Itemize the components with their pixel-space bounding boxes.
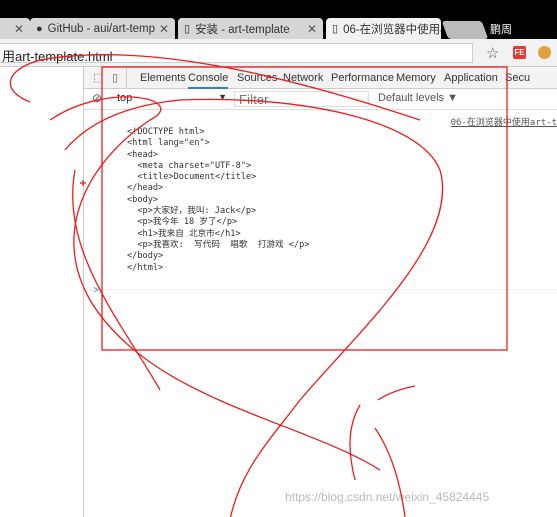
page-icon: ▯ [332, 23, 339, 35]
chevron-down-icon: ▼ [218, 92, 227, 102]
close-icon[interactable]: ✕ [307, 22, 317, 36]
devtools-tab-performance[interactable]: Performance [331, 67, 394, 89]
devtools-tabbar: ⬚ ▯ Elements Console Sources Network Per… [84, 67, 557, 89]
devtools-tab-network[interactable]: Network [283, 67, 323, 89]
cookie-extension-icon[interactable] [538, 46, 551, 59]
devtools-tab-security[interactable]: Secu [505, 67, 530, 89]
console-output: <!DOCTYPE html> <html lang="en"> <head> … [127, 127, 310, 273]
tab-1[interactable]: ● GitHub - aui/art-temp ✕ [30, 18, 175, 39]
star-icon[interactable]: ☆ [486, 44, 499, 62]
filter-input[interactable] [234, 91, 369, 107]
console-filter-bar: ⊘ top ▼ Default levels ▼ [84, 89, 557, 110]
tab-title: GitHub - aui/art-temp [47, 22, 156, 35]
devtools-panel: ⬚ ▯ Elements Console Sources Network Per… [83, 67, 557, 517]
devtools-tab-console[interactable]: Console [188, 67, 229, 89]
github-icon: ● [36, 22, 43, 35]
clear-console-icon[interactable]: ⊘ [92, 91, 102, 105]
tab-3[interactable]: ▯06-在浏览器中使用art-✕ [326, 18, 441, 39]
new-tab-button[interactable] [441, 21, 489, 39]
tab-strip: ✕ ● GitHub - aui/art-temp ✕ ▯ 安装 - art-temp… [0, 15, 557, 39]
page-icon: ▯ [184, 23, 191, 35]
devtools-tab-application[interactable]: Application [444, 67, 498, 89]
tab-0[interactable]: ✕ [0, 18, 30, 39]
devtools-tab-memory[interactable]: Memory [396, 67, 436, 89]
screen-top-bar [0, 0, 557, 15]
devtools-tab-elements[interactable]: Elements [140, 67, 186, 89]
tab-2[interactable]: ▯ 安装 - art-template ✕ [178, 18, 323, 39]
tab-title: 06-在浏览器中使用art- [343, 23, 441, 36]
devtools-tab-sources[interactable]: Sources [237, 67, 277, 89]
fe-extension-icon[interactable]: FE [513, 46, 526, 59]
close-icon[interactable]: ✕ [14, 22, 24, 36]
address-bar: 用art-template.html ☆ FE [0, 39, 557, 67]
source-link[interactable]: 06-在浏览器中使用art-t [451, 115, 557, 128]
inspect-icon[interactable]: ⬚ [93, 67, 103, 89]
url-input[interactable]: 用art-template.html [0, 43, 473, 64]
profile-name[interactable]: 鹏周 [490, 21, 512, 37]
tab-title: 安装 - art-template [195, 23, 290, 36]
close-icon[interactable]: ✕ [159, 22, 169, 36]
context-select[interactable]: top ▼ [117, 92, 227, 107]
console-prompt[interactable]: > [93, 285, 99, 296]
device-toggle-icon[interactable]: ▯ [112, 67, 128, 89]
log-levels-select[interactable]: Default levels ▼ [378, 92, 458, 104]
watermark: https://blog.csdn.net/weixin_45824445 [285, 490, 490, 504]
console-message: 06-在浏览器中使用art-t <!DOCTYPE html> <html la… [84, 110, 557, 290]
context-value: top [117, 92, 133, 104]
